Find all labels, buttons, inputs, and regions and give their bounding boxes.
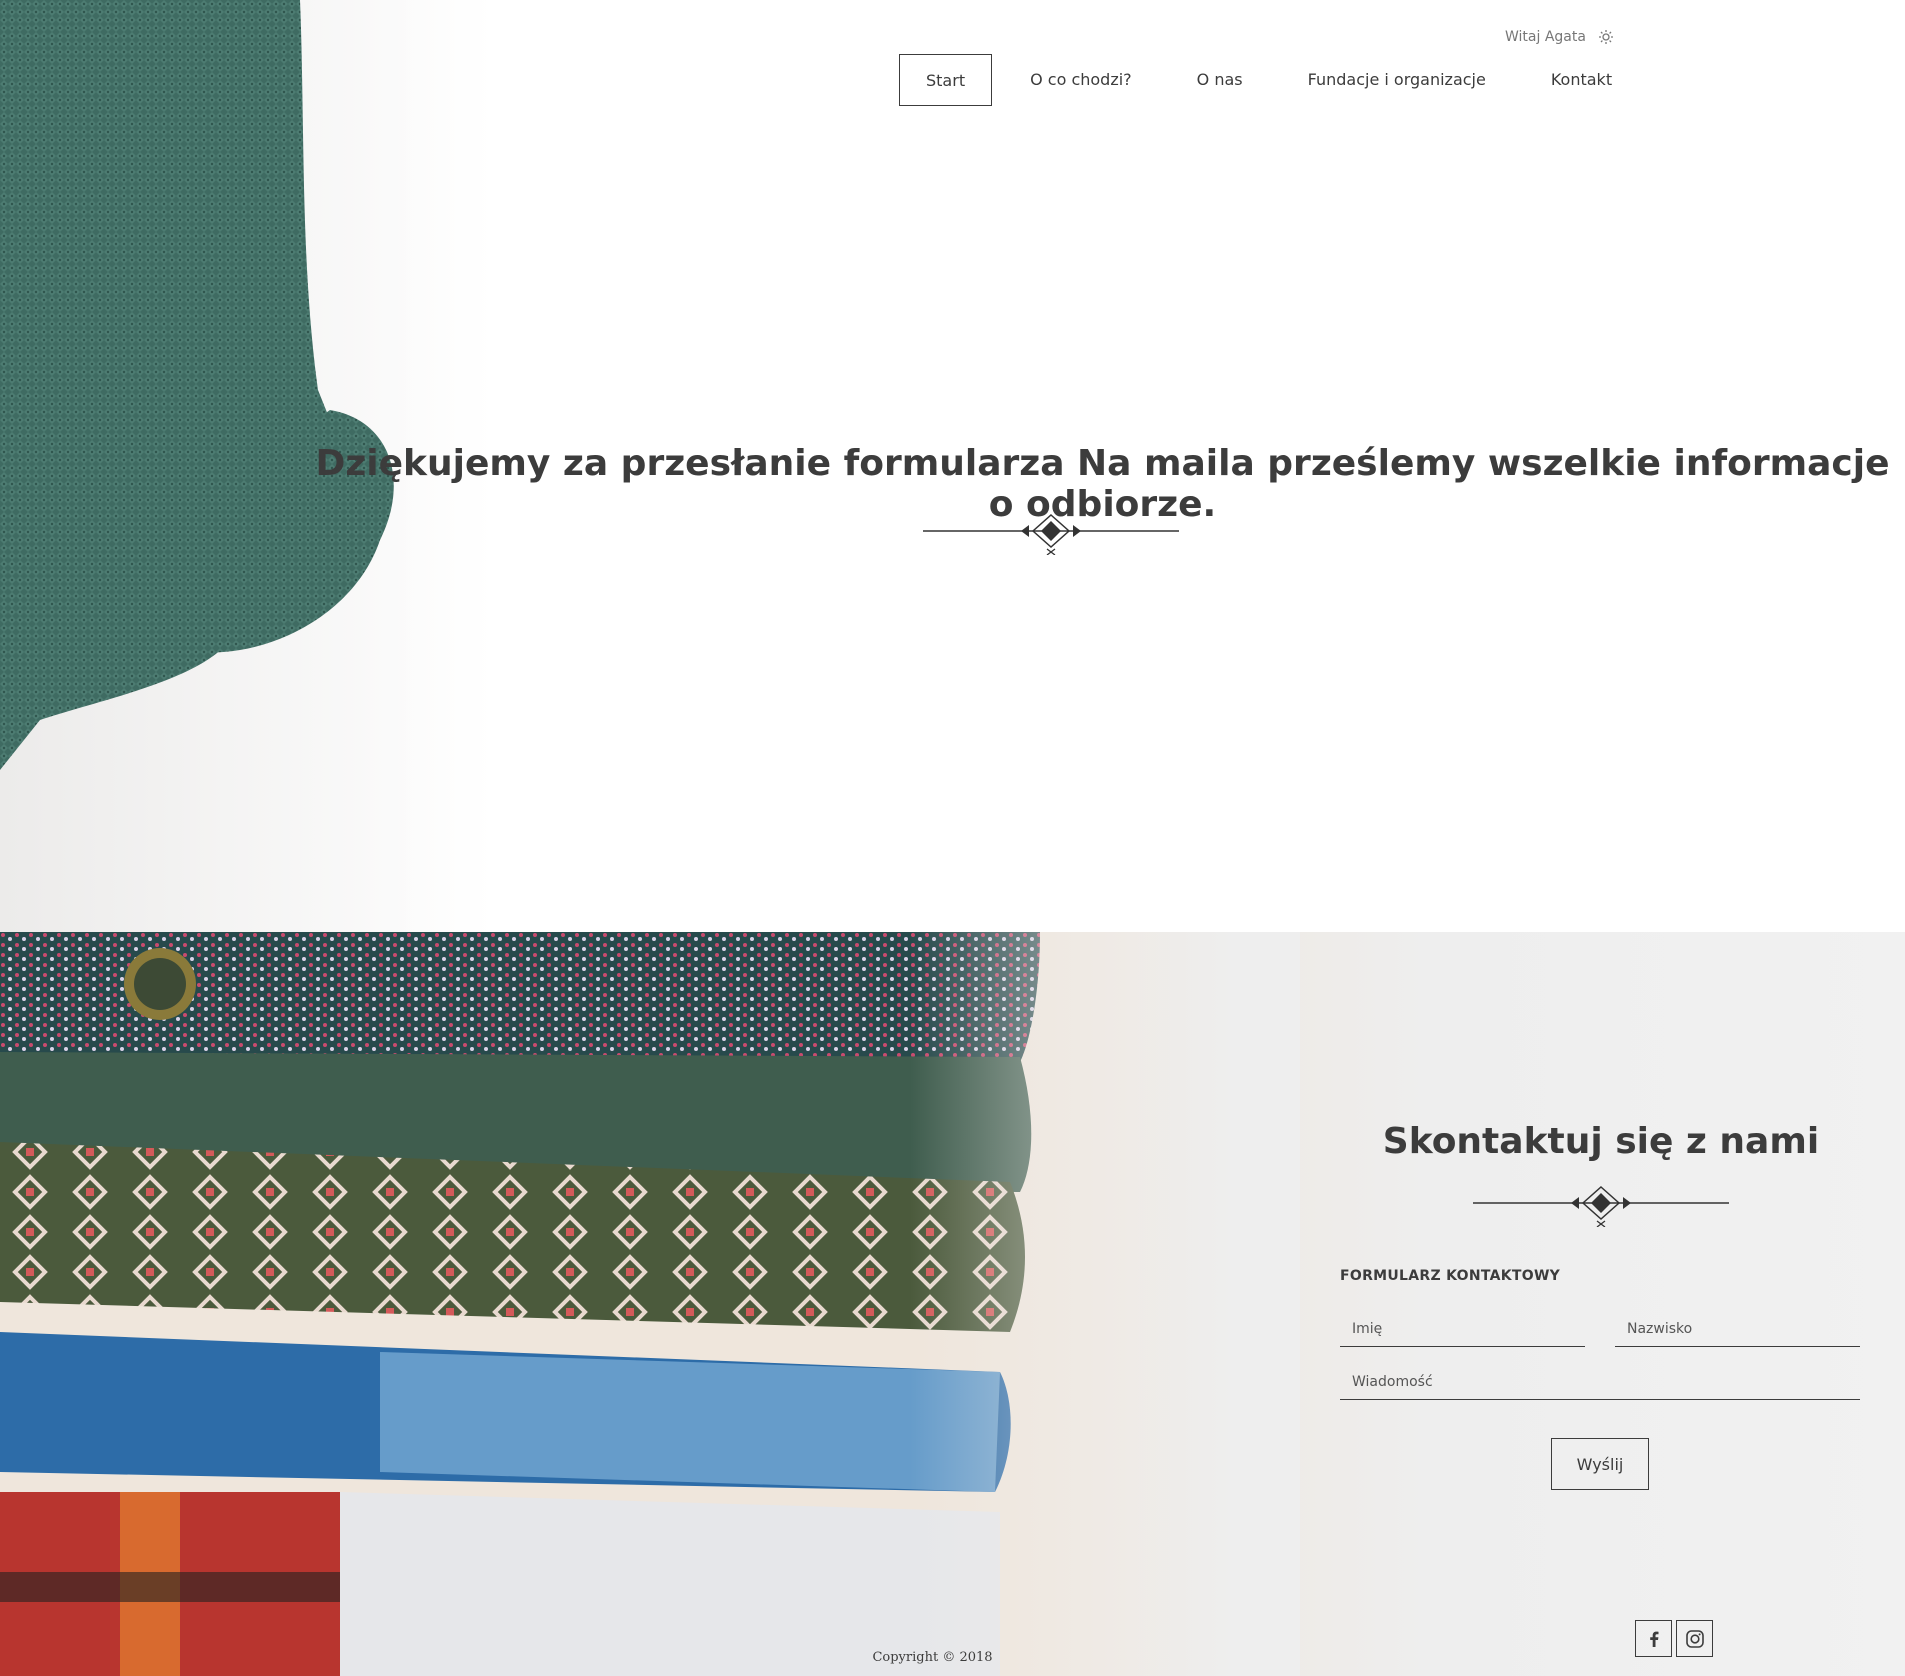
nav-item-about-us[interactable]: O nas (1170, 54, 1270, 106)
gear-icon[interactable] (1598, 29, 1614, 45)
folded-sweaters-photo (0, 932, 1300, 1676)
nav-item-contact[interactable]: Kontakt (1524, 54, 1639, 106)
last-name-field[interactable] (1615, 1311, 1860, 1347)
welcome-area: Witaj Agata (1505, 29, 1614, 45)
ornament-divider-contact (1473, 1185, 1729, 1227)
nav-item-start[interactable]: Start (899, 54, 993, 106)
send-button[interactable]: Wyślij (1551, 1438, 1649, 1490)
nav-item-foundations[interactable]: Fundacje i organizacje (1281, 54, 1513, 106)
nav-item-about-project[interactable]: O co chodzi? (1003, 54, 1159, 106)
contact-title: Skontaktuj się z nami (1382, 1121, 1820, 1162)
main-nav: Start O co chodzi? O nas Fundacje i orga… (899, 54, 1639, 106)
copyright-text: Copyright © 2018 (872, 1650, 993, 1665)
hero-section: Witaj Agata Start O co chodzi? O nas Fun… (0, 0, 1905, 932)
first-name-field[interactable] (1340, 1311, 1585, 1347)
contact-form-label: FORMULARZ KONTAKTOWY (1340, 1268, 1561, 1284)
ornament-divider (923, 513, 1179, 555)
contact-section (0, 932, 1905, 1676)
message-field[interactable] (1340, 1364, 1860, 1400)
copyright: Copyright © 2018 (0, 1650, 1905, 1665)
welcome-text: Witaj Agata (1505, 29, 1586, 45)
